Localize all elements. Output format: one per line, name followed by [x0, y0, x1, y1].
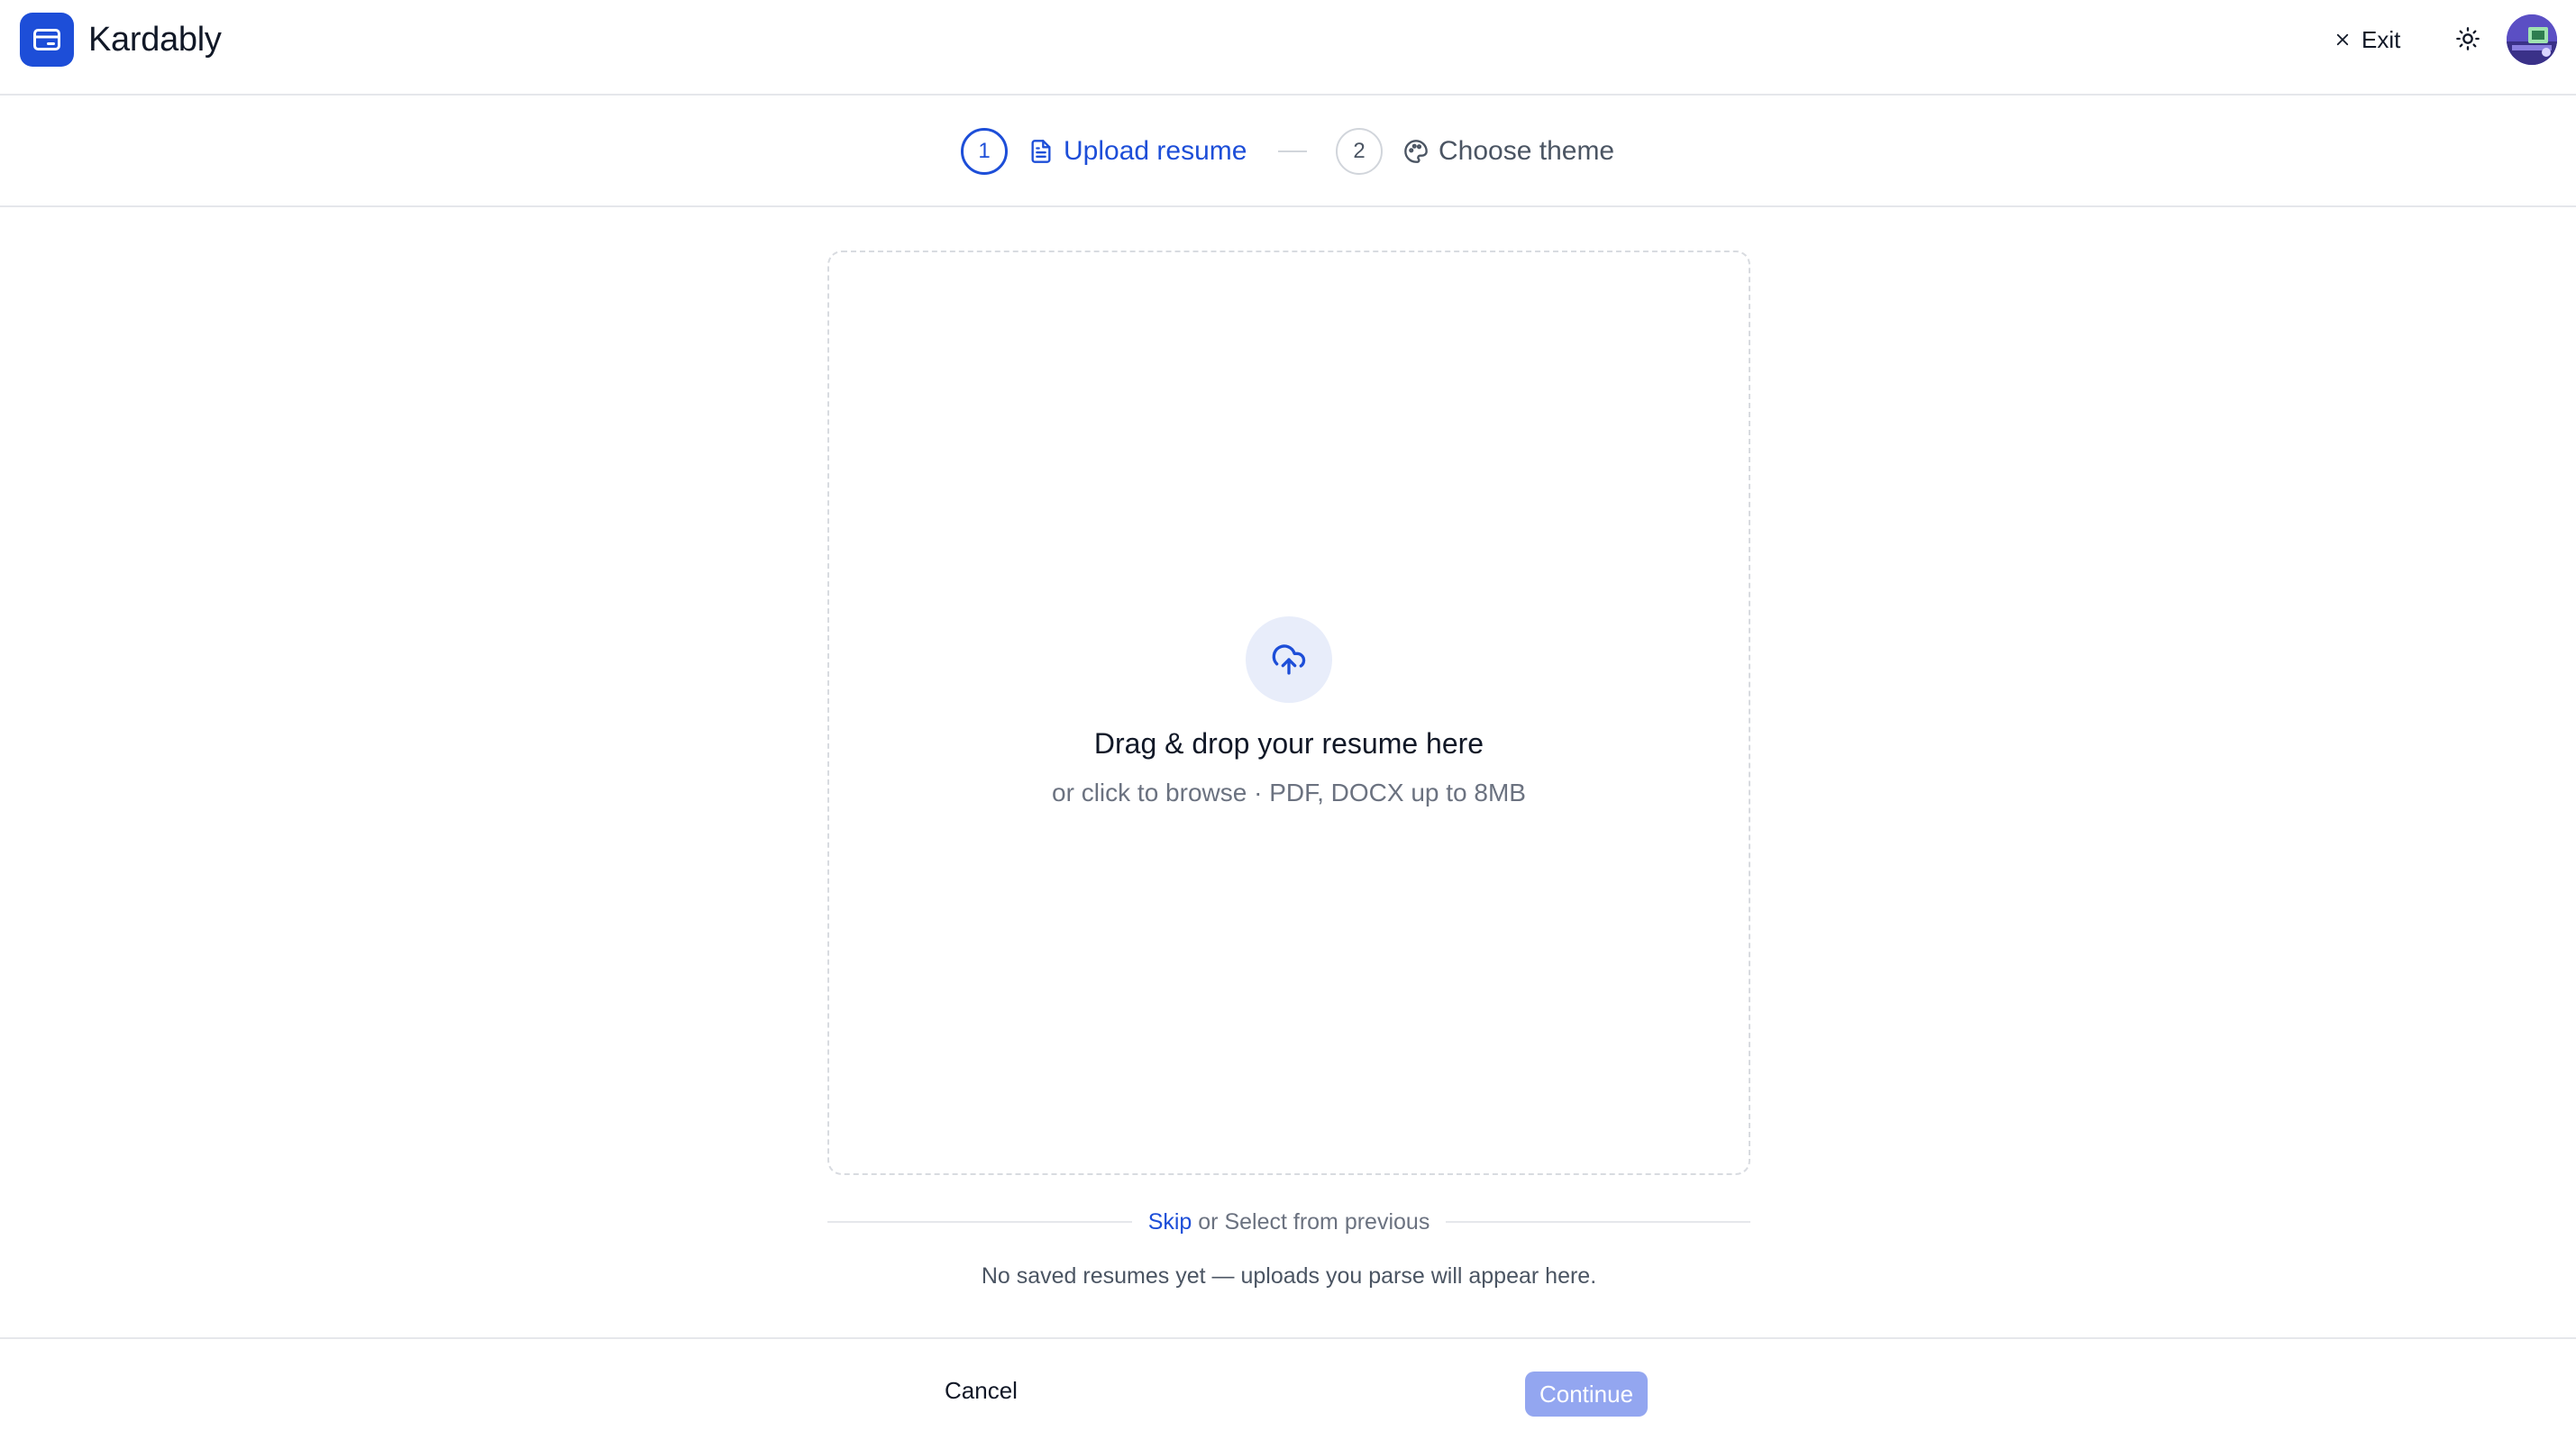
divider-line [827, 1221, 1132, 1223]
cancel-button[interactable]: Cancel [928, 1372, 1034, 1409]
file-text-icon [1028, 138, 1055, 165]
step-label: Choose theme [1439, 136, 1615, 166]
skip-link[interactable]: Skip [1148, 1209, 1192, 1235]
app-name: Kardably [88, 20, 222, 59]
select-previous-text: or Select from previous [1198, 1208, 1430, 1235]
cloud-upload-icon [1246, 616, 1332, 703]
divider-line [1446, 1221, 1751, 1223]
step-number: 1 [961, 128, 1008, 175]
top-bar: Kardably Exit [0, 0, 2576, 96]
avatar[interactable] [2507, 14, 2557, 65]
brand[interactable]: Kardably [20, 13, 222, 67]
step-upload-resume[interactable]: 1 Upload resume [961, 126, 1247, 177]
dropzone-subtitle: or click to browse · PDF, DOCX up to 8MB [1052, 779, 1526, 807]
palette-icon [1402, 138, 1430, 165]
divider-text: Skip or Select from previous [1132, 1209, 1447, 1235]
exit-button[interactable]: Exit [2334, 20, 2400, 59]
previous-divider: Skip or Select from previous [827, 1204, 1751, 1240]
close-icon [2336, 33, 2349, 46]
step-number: 2 [1336, 128, 1383, 175]
avatar-image [2507, 14, 2557, 65]
resume-dropzone[interactable]: Drag & drop your resume here or click to… [827, 251, 1750, 1175]
sun-icon [2456, 27, 2480, 50]
step-label: Upload resume [1064, 136, 1247, 166]
dropzone-title: Drag & drop your resume here [1093, 727, 1484, 760]
step-choose-theme[interactable]: 2 Choose theme [1336, 126, 1614, 177]
footer: Cancel Continue [0, 1337, 2576, 1440]
empty-saved-resumes-message: No saved resumes yet — uploads you parse… [981, 1263, 1597, 1289]
card-icon [20, 13, 74, 67]
step-connector [1278, 150, 1307, 152]
theme-toggle-button[interactable] [2450, 21, 2486, 57]
continue-button[interactable]: Continue [1525, 1372, 1648, 1417]
exit-label: Exit [2361, 25, 2401, 53]
